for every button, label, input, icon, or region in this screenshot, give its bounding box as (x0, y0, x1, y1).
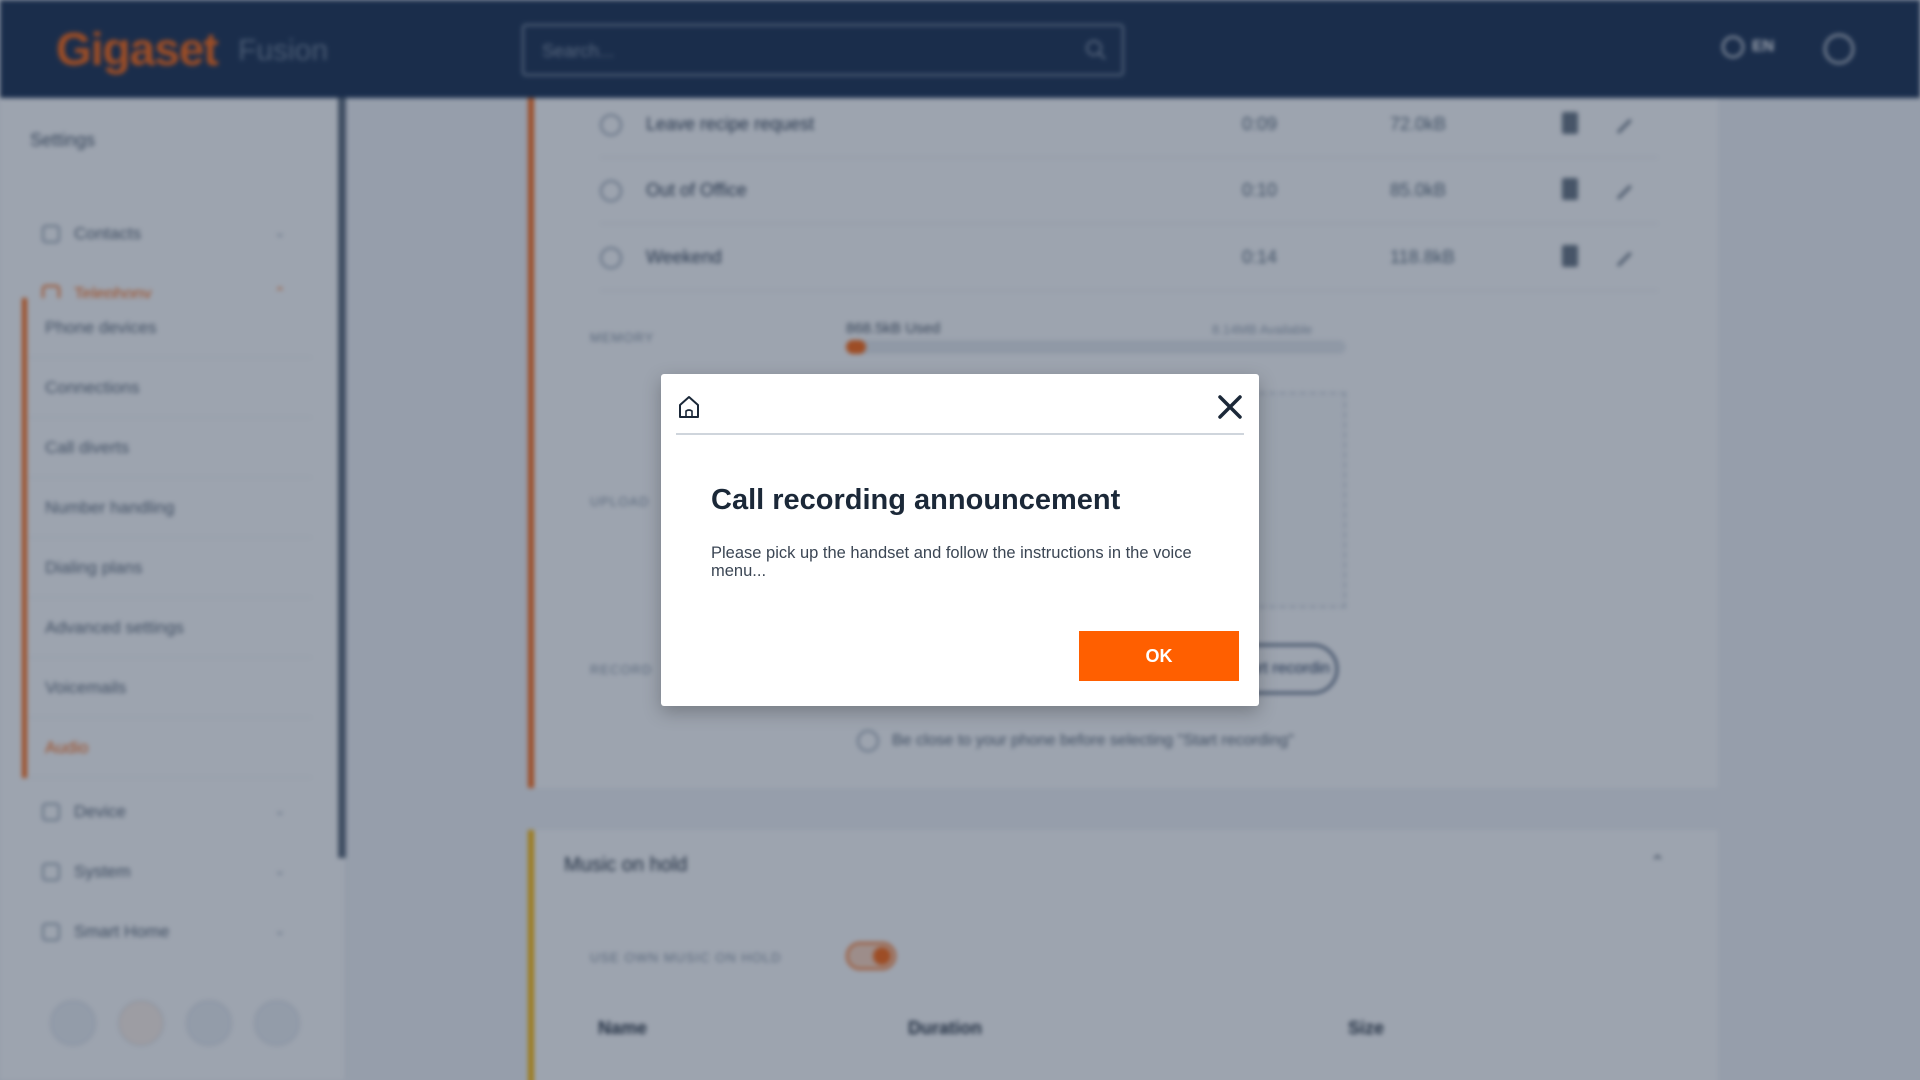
call-recording-dialog: Call recording announcement Please pick … (661, 374, 1259, 706)
close-button[interactable] (1215, 392, 1245, 422)
close-icon (1218, 395, 1242, 419)
dialog-title: Call recording announcement (711, 484, 1121, 516)
dialog-divider (676, 433, 1244, 435)
home-icon (679, 396, 699, 418)
ok-button[interactable]: OK (1079, 631, 1239, 681)
dialog-message: Please pick up the handset and follow th… (711, 544, 1192, 580)
